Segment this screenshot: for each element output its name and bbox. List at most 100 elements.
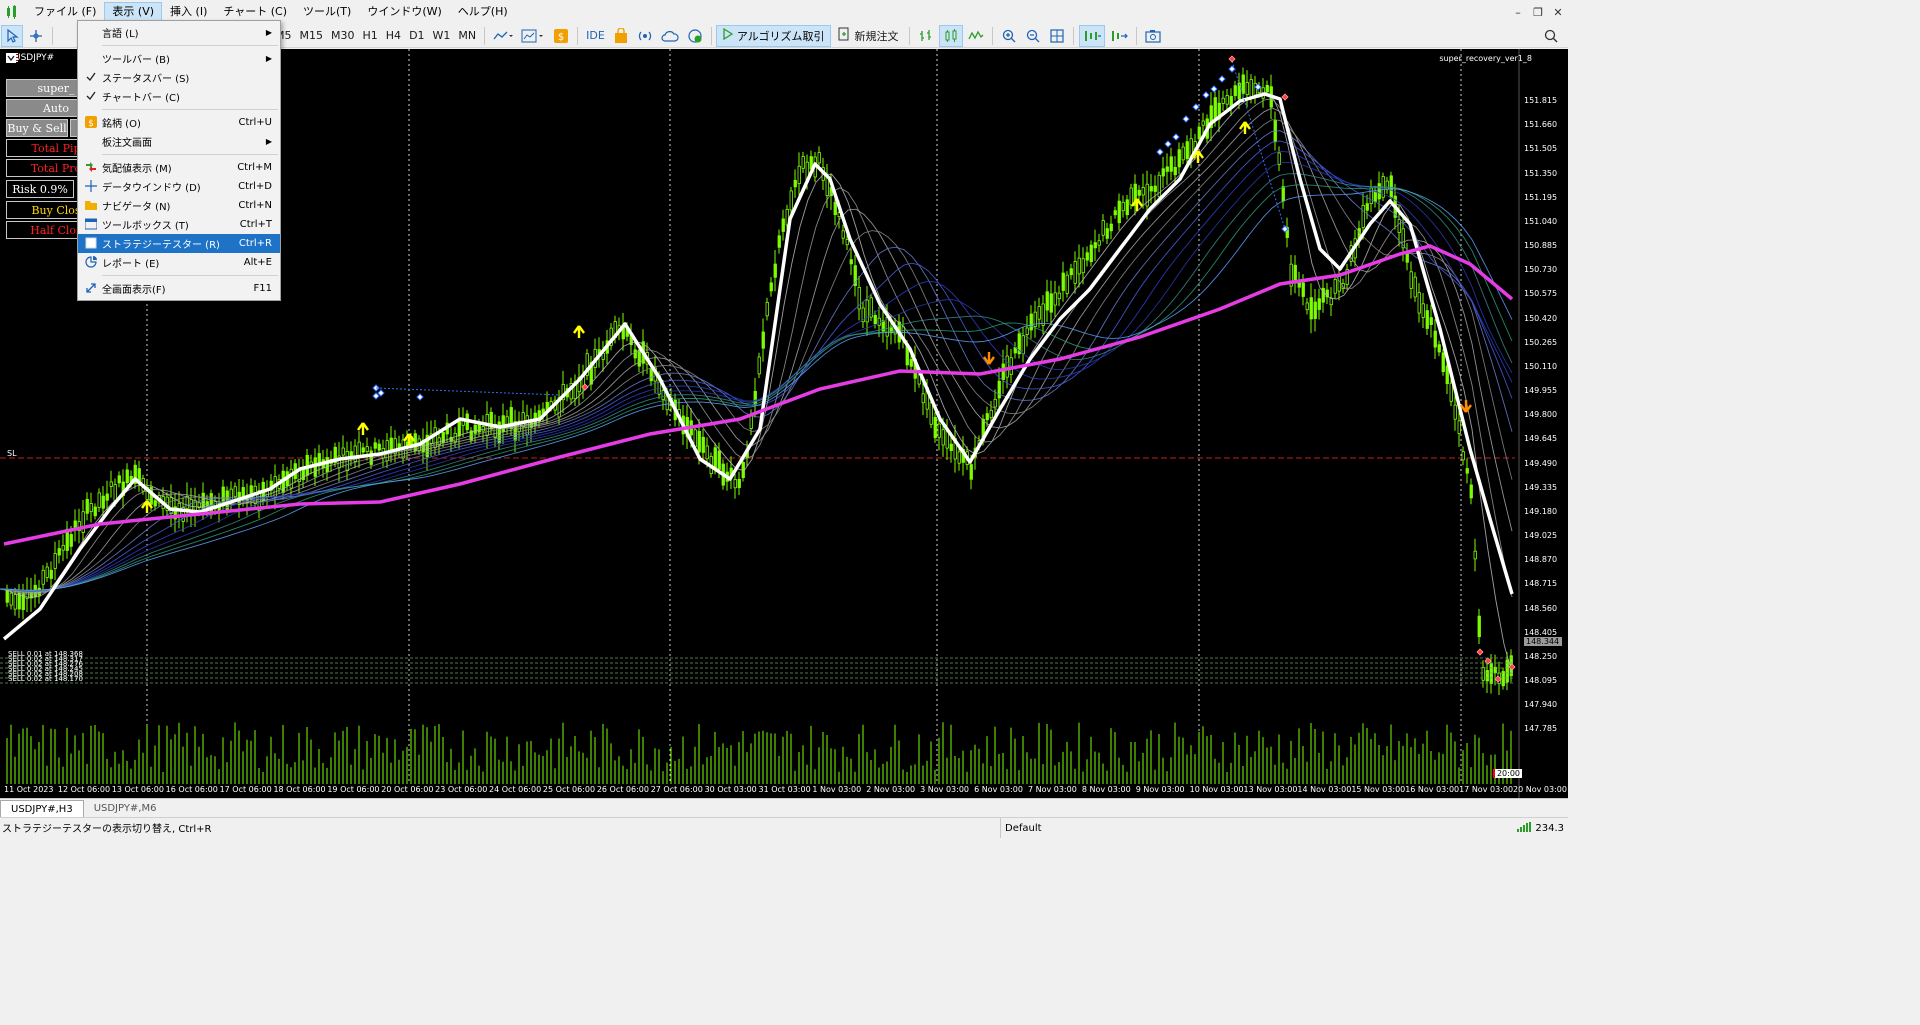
candle-body xyxy=(793,179,797,188)
coin-icon[interactable]: $ xyxy=(550,25,572,47)
menu-help[interactable]: ヘルプ(H) xyxy=(450,2,516,22)
candle-body xyxy=(941,429,945,446)
menu-view[interactable]: 表示 (V) xyxy=(104,2,163,22)
view-menu-item[interactable]: 全画面表示(F) F11 xyxy=(78,279,280,298)
candle-body xyxy=(1337,276,1341,292)
line-chart-icon[interactable] xyxy=(965,25,987,47)
menu-window[interactable]: ウインドウ(W) xyxy=(359,2,449,22)
view-menu-item[interactable]: ツールバー (B) ▶ xyxy=(78,49,280,68)
price-tick-label: 149.490 xyxy=(1524,458,1558,468)
timeframe-mn[interactable]: MN xyxy=(454,25,480,47)
candlestick-icon[interactable] xyxy=(939,24,964,47)
toolbar-separator xyxy=(1073,26,1075,45)
view-menu-item-shortcut: Ctrl+U xyxy=(238,117,273,128)
new-order-button[interactable]: 新規注文 xyxy=(832,25,904,47)
search-icon[interactable] xyxy=(1540,25,1562,47)
timeframe-m15[interactable]: M15 xyxy=(296,25,328,47)
close-icon[interactable]: ✕ xyxy=(1548,6,1568,19)
tile-windows-icon[interactable] xyxy=(1046,25,1068,47)
view-menu-item-shortcut: Ctrl+N xyxy=(238,200,272,211)
ide-button[interactable]: IDE xyxy=(583,25,608,47)
algo-trading-button[interactable]: アルゴリズム取引 xyxy=(715,24,832,47)
indicators-icon[interactable] xyxy=(490,25,516,47)
view-menu-item[interactable]: ナビゲータ (N) Ctrl+N xyxy=(78,196,280,215)
time-tick-label: 7 Nov 03:00 xyxy=(1027,785,1077,794)
price-tick-label: 151.815 xyxy=(1524,96,1558,105)
trade-marker-icon xyxy=(372,392,380,400)
view-menu-item-label: ツールバー (B) xyxy=(102,55,170,66)
candle-body xyxy=(765,302,769,317)
candle-body xyxy=(1081,258,1085,274)
view-menu-item[interactable]: 板注文画面 ▶ xyxy=(78,132,280,151)
price-tick-label: 150.420 xyxy=(1524,313,1558,323)
candle-body xyxy=(1433,330,1437,348)
candle-body xyxy=(233,486,237,498)
view-menu-item[interactable]: ステータスバー (S) xyxy=(78,68,280,87)
timeframe-h1[interactable]: H1 xyxy=(359,25,382,47)
price-tick-label: 148.405 xyxy=(1524,627,1558,637)
cloud-icon[interactable] xyxy=(658,25,682,47)
candle-body xyxy=(789,190,793,211)
candle-body xyxy=(1077,257,1081,275)
ea-buy-sell-button[interactable]: Buy & Sell xyxy=(6,119,68,137)
candle-body xyxy=(93,506,97,517)
candle-body xyxy=(105,493,109,501)
tab-usdjpy-h3[interactable]: USDJPY#,H3 xyxy=(0,800,84,817)
time-tick-label: 13 Nov 03:00 xyxy=(1243,785,1298,794)
candle-body xyxy=(1437,344,1441,353)
candle-body xyxy=(389,437,393,451)
timeframe-m30[interactable]: M30 xyxy=(327,25,359,47)
toolbar-separator xyxy=(484,26,486,45)
minimize-icon[interactable]: – xyxy=(1508,6,1528,19)
timeframe-h4[interactable]: H4 xyxy=(382,25,405,47)
view-menu-item[interactable]: ストラテジーテスター (R) Ctrl+R xyxy=(78,234,280,253)
menu-file[interactable]: ファイル (F) xyxy=(26,2,104,22)
time-tick-label: 31 Oct 03:00 xyxy=(758,785,811,794)
trade-marker-icon xyxy=(1210,85,1218,93)
view-menu-item[interactable]: チャートバー (C) xyxy=(78,87,280,106)
templates-icon[interactable] xyxy=(518,25,548,47)
auto-scroll-icon[interactable] xyxy=(1079,24,1106,47)
chart-shift-icon[interactable] xyxy=(1107,25,1131,47)
shopping-bag-icon[interactable] xyxy=(610,25,632,47)
timeframe-d1[interactable]: D1 xyxy=(405,25,428,47)
view-menu-item[interactable]: 言語 (L) ▶ xyxy=(78,23,280,42)
screenshot-icon[interactable] xyxy=(1142,25,1164,47)
time-tick-label: 20 Oct 06:00 xyxy=(381,785,434,794)
view-menu-item-label: ストラテジーテスター (R) xyxy=(102,240,220,251)
check-icon xyxy=(84,70,98,84)
candle-body xyxy=(1129,187,1133,206)
zoom-out-icon[interactable] xyxy=(1022,25,1044,47)
toolbox-icon xyxy=(84,217,98,231)
zoom-in-icon[interactable] xyxy=(998,25,1020,47)
timeframe-w1[interactable]: W1 xyxy=(429,25,455,47)
view-menu-item[interactable]: ツールボックス (T) Ctrl+T xyxy=(78,215,280,234)
candle-body xyxy=(1029,313,1033,331)
view-menu-item[interactable]: レポート (E) Alt+E xyxy=(78,253,280,272)
menu-insert[interactable]: 挿入 (I) xyxy=(162,2,215,22)
candle-body xyxy=(1309,297,1313,320)
view-menu-item-label: 言語 (L) xyxy=(102,29,139,40)
candle-body xyxy=(1457,420,1461,434)
svg-text:$: $ xyxy=(88,119,94,128)
restore-icon[interactable]: ❐ xyxy=(1528,6,1548,19)
status-connection[interactable]: 234.3 xyxy=(1517,818,1564,838)
view-menu-item[interactable]: データウインドウ (D) Ctrl+D xyxy=(78,177,280,196)
vps-icon[interactable] xyxy=(684,25,706,47)
candle-body xyxy=(1173,166,1177,176)
menu-chart[interactable]: チャート (C) xyxy=(215,2,295,22)
menu-tools[interactable]: ツール(T) xyxy=(295,2,359,22)
bar-chart-icon[interactable] xyxy=(915,25,937,47)
candle-body xyxy=(1397,219,1401,233)
chart-tabs: USDJPY#,H3 USDJPY#,M6 xyxy=(0,798,1568,817)
candle-body xyxy=(769,282,773,292)
status-profile[interactable]: Default xyxy=(1000,818,1042,838)
view-menu-item[interactable]: $ 銘柄 (O) Ctrl+U xyxy=(78,113,280,132)
tab-usdjpy-m6[interactable]: USDJPY#,M6 xyxy=(84,800,167,817)
cursor-icon[interactable] xyxy=(1,24,23,47)
crosshair-icon[interactable] xyxy=(25,25,47,47)
metatrader-logo-icon xyxy=(4,4,20,20)
signals-icon[interactable] xyxy=(634,25,656,47)
price-tick-label: 151.195 xyxy=(1524,192,1558,202)
view-menu-item[interactable]: 気配値表示 (M) Ctrl+M xyxy=(78,158,280,177)
